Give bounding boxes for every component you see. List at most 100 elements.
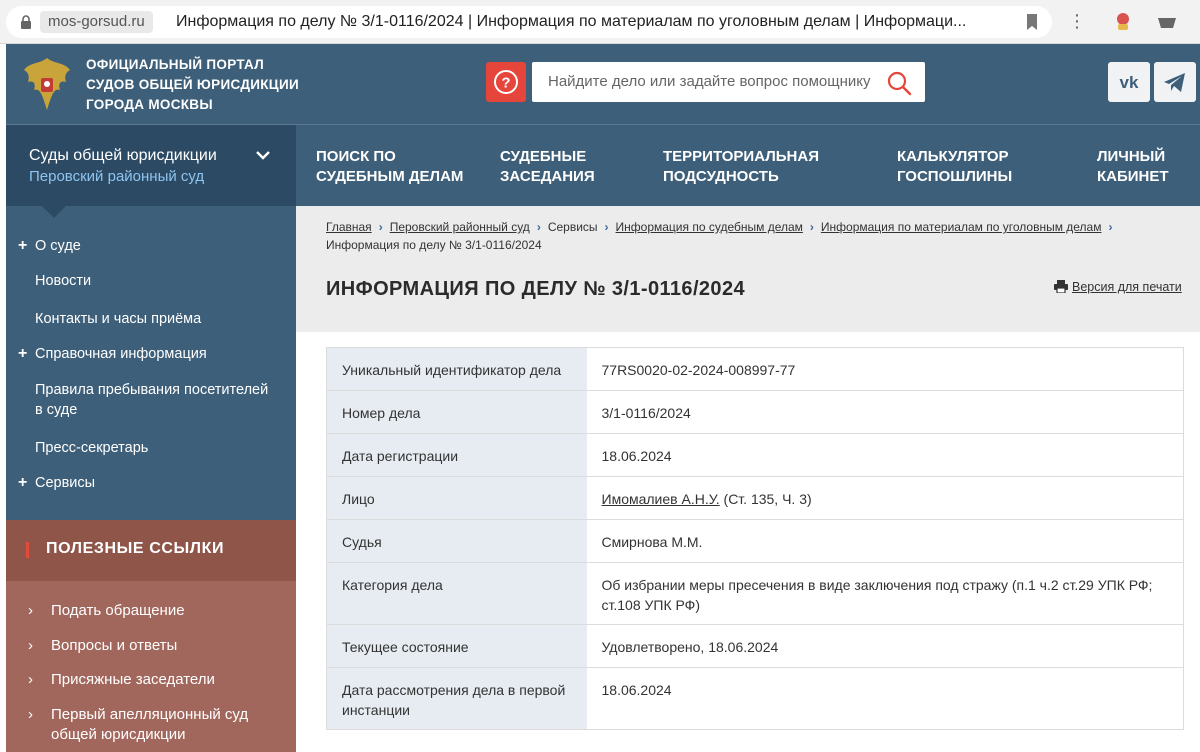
page-title-area: Главная › Перовский районный суд › Сервисы › И…	[296, 206, 1200, 332]
table-row: Категория дела Об избрании меры пресечени…	[326, 562, 1184, 625]
table-row: Дата рассмотрения дела в первой инстанци…	[326, 667, 1184, 730]
row-key: Лицо	[326, 476, 587, 520]
row-value: Удовлетворено, 18.06.2024	[586, 624, 1184, 668]
table-row: Судья Смирнова М.М.	[326, 519, 1184, 563]
svg-text:?: ?	[501, 75, 510, 92]
court-selector-value: Перовский районный суд	[29, 168, 205, 185]
useful-link-appeal[interactable]: Подать обращение	[51, 601, 281, 621]
expand-plus-icon[interactable]: +	[18, 236, 27, 256]
breadcrumb-link[interactable]: Главная	[326, 220, 372, 234]
sidebar-item-visitor-rules[interactable]: Правила пребывания посетителей в суде	[35, 380, 270, 420]
search-icon[interactable]	[886, 70, 912, 96]
breadcrumb-link[interactable]: Перовский районный суд	[390, 220, 530, 234]
breadcrumb-link[interactable]: Информация по материалам по уголовным де…	[821, 220, 1102, 234]
row-key: Дата регистрации	[326, 433, 587, 477]
telegram-button[interactable]	[1154, 62, 1196, 102]
vk-button[interactable]: vk	[1108, 62, 1150, 102]
extension-icon[interactable]	[1156, 14, 1178, 30]
printer-icon	[1054, 280, 1068, 294]
sidebar-item-about[interactable]: О суде	[35, 236, 275, 256]
nav-label: Поиск по	[316, 148, 396, 165]
breadcrumb-link[interactable]: Информация по судебным делам	[616, 220, 803, 234]
table-row: Номер дела 3/1-0116/2024	[326, 390, 1184, 434]
site-header: Официальный портал судов общей юрисдикци…	[6, 44, 1200, 124]
accent-bar	[26, 542, 29, 558]
chevron-right-icon: ›	[378, 220, 383, 234]
row-key: Текущее состояние	[326, 624, 587, 668]
breadcrumb-text: Сервисы	[547, 220, 598, 234]
table-row: Уникальный идентификатор дела 77RS0020-02…	[326, 347, 1184, 391]
breadcrumb: Главная › Перовский районный суд › Сервисы › И…	[326, 218, 1186, 254]
row-value: 3/1-0116/2024	[586, 390, 1184, 434]
coat-of-arms-logo[interactable]	[20, 54, 74, 114]
chevron-right-icon: ›	[809, 220, 814, 234]
chevron-right-icon: ›	[604, 220, 609, 234]
print-version-link[interactable]: Версия для печати	[1054, 280, 1182, 294]
expand-plus-icon[interactable]: +	[18, 344, 27, 364]
bookmark-icon[interactable]	[1026, 14, 1038, 30]
useful-link-faq[interactable]: Вопросы и ответы	[51, 636, 281, 656]
nav-label: Калькулятор	[897, 148, 1009, 165]
breadcrumb-current: Информация по делу № 3/1-0116/2024	[326, 238, 542, 252]
useful-links-header: Полезные ссылки	[6, 520, 296, 581]
expand-plus-icon[interactable]: +	[18, 473, 27, 493]
sidebar-item-contacts[interactable]: Контакты и часы приёма	[35, 309, 275, 329]
nav-jurisdiction[interactable]: Территориальная подсудность	[663, 147, 819, 187]
court-selector[interactable]: Суды общей юрисдикции Перовский районный…	[6, 125, 296, 207]
kebab-menu-icon[interactable]: ⋮	[1068, 12, 1086, 30]
table-row: Текущее состояние Удовлетворено, 18.06.20…	[326, 624, 1184, 668]
useful-link-appeal-court[interactable]: Первый апелляционный суд общей юрисдикци…	[51, 705, 281, 745]
row-value: 18.06.2024	[586, 433, 1184, 477]
row-value: Имомалиев А.Н.У. (Ст. 135, Ч. 3)	[586, 476, 1184, 520]
nav-personal-account[interactable]: Личный кабинет	[1097, 147, 1169, 187]
portal-name-line: Официальный портал	[86, 57, 265, 72]
question-circle-icon: ?	[494, 70, 518, 94]
useful-links-panel: Полезные ссылки › Подать обращение › Воп…	[6, 520, 296, 752]
chevron-right-icon: ›	[1108, 220, 1113, 234]
lock-icon	[21, 15, 31, 29]
row-value: Смирнова М.М.	[586, 519, 1184, 563]
sidebar-item-news[interactable]: Новости	[35, 271, 275, 291]
nav-case-search[interactable]: Поиск по судебным делам	[316, 147, 463, 187]
person-link[interactable]: Имомалиев А.Н.У.	[602, 491, 720, 507]
sidebar-item-services[interactable]: Сервисы	[35, 473, 275, 493]
chevron-right-icon: ›	[28, 637, 33, 654]
row-key: Категория дела	[326, 562, 587, 625]
sidebar-item-press-secretary[interactable]: Пресс-секретарь	[35, 438, 275, 458]
chevron-down-icon[interactable]	[256, 150, 270, 160]
nav-label: госпошлины	[897, 168, 1013, 185]
table-row: Лицо Имомалиев А.Н.У. (Ст. 135, Ч. 3)	[326, 476, 1184, 520]
chevron-right-icon: ›	[28, 671, 33, 688]
nav-label: Судебные	[500, 148, 587, 165]
table-row: Дата регистрации 18.06.2024	[326, 433, 1184, 477]
nav-label: кабинет	[1097, 168, 1169, 185]
chevron-right-icon: ›	[536, 220, 541, 234]
nav-label: заседания	[500, 168, 595, 185]
nav-fee-calculator[interactable]: Калькулятор госпошлины	[897, 147, 1012, 187]
address-bar[interactable]: mos-gorsud.ru Информация по делу № 3/1-0…	[6, 6, 1052, 38]
row-key: Дата рассмотрения дела в первой инстанци…	[326, 667, 587, 730]
vk-icon: vk	[1120, 73, 1139, 92]
chevron-right-icon: ›	[28, 602, 33, 619]
row-value: Об избрании меры пресечения в виде заклю…	[586, 562, 1184, 625]
row-key: Номер дела	[326, 390, 587, 434]
extension-icon[interactable]	[1112, 10, 1134, 32]
print-version-label[interactable]: Версия для печати	[1072, 280, 1182, 294]
telegram-icon	[1164, 73, 1185, 92]
row-key: Уникальный идентификатор дела	[326, 347, 587, 391]
search-placeholder: Найдите дело или задайте вопрос помощник…	[548, 73, 871, 90]
svg-text:vk: vk	[1120, 73, 1139, 92]
useful-link-jurors[interactable]: Присяжные заседатели	[51, 670, 281, 690]
case-info-table: Уникальный идентификатор дела 77RS0020-02…	[326, 347, 1184, 730]
nav-label: Личный	[1097, 148, 1166, 165]
page-tab-title: Информация по делу № 3/1-0116/2024 | Инф…	[176, 13, 967, 30]
sidebar-item-reference[interactable]: Справочная информация	[35, 344, 275, 364]
portal-name[interactable]: Официальный портал судов общей юрисдикци…	[86, 55, 299, 115]
url-domain[interactable]: mos-gorsud.ru	[40, 11, 153, 33]
help-assistant-button[interactable]: ?	[486, 62, 526, 102]
browser-toolbar: mos-gorsud.ru Информация по делу № 3/1-0…	[0, 0, 1200, 44]
court-selector-title: Суды общей юрисдикции	[29, 147, 217, 164]
nav-label: судебным делам	[316, 168, 464, 185]
nav-court-hearings[interactable]: Судебные заседания	[500, 147, 595, 187]
site-search-input[interactable]: Найдите дело или задайте вопрос помощник…	[532, 62, 925, 102]
